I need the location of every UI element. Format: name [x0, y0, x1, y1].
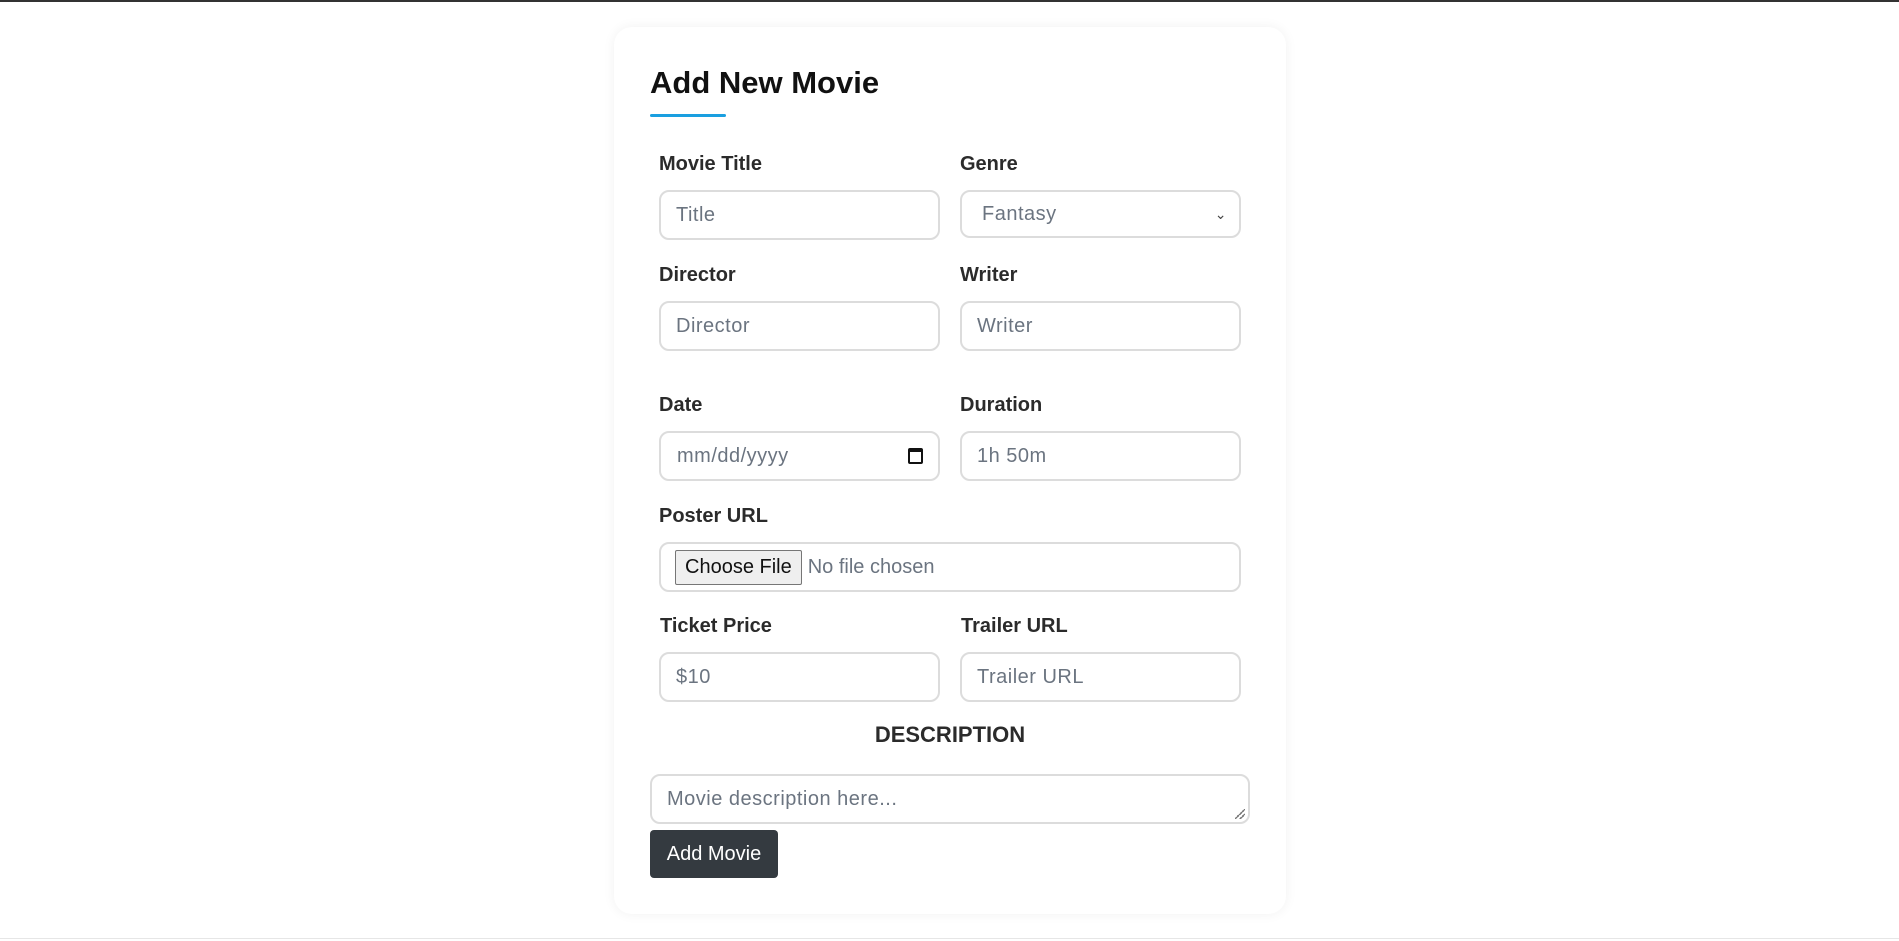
duration-input[interactable]	[960, 431, 1241, 481]
bottom-border	[0, 938, 1899, 939]
calendar-icon[interactable]	[908, 448, 923, 464]
movie-title-label: Movie Title	[659, 153, 762, 175]
add-movie-form: Add New Movie Movie Title Genre Fantasy …	[614, 27, 1286, 914]
poster-file-input[interactable]: Choose File No file chosen	[659, 542, 1241, 592]
movie-title-input[interactable]	[659, 190, 940, 240]
description-textarea[interactable]: Movie description here...	[650, 774, 1250, 824]
trailer-url-input[interactable]	[960, 652, 1241, 702]
poster-url-label: Poster URL	[659, 505, 768, 527]
ticket-price-label: Ticket Price	[660, 615, 772, 637]
description-heading: DESCRIPTION	[874, 722, 1026, 747]
chevron-down-icon: ⌄	[1214, 205, 1227, 222]
add-movie-button[interactable]: Add Movie	[650, 830, 778, 878]
director-input[interactable]	[659, 301, 940, 351]
top-border	[0, 0, 1899, 2]
writer-input[interactable]	[960, 301, 1241, 351]
director-label: Director	[659, 264, 736, 286]
date-input[interactable]: mm/dd/yyyy	[659, 431, 940, 481]
genre-label: Genre	[960, 153, 1018, 175]
genre-selected-value: Fantasy	[982, 202, 1057, 225]
date-label: Date	[659, 394, 703, 416]
choose-file-button[interactable]: Choose File	[675, 549, 802, 585]
form-title: Add New Movie	[650, 65, 880, 100]
trailer-url-label: Trailer URL	[961, 615, 1068, 637]
ticket-price-input[interactable]	[659, 652, 940, 702]
writer-label: Writer	[960, 264, 1018, 286]
file-status: No file chosen	[807, 555, 935, 578]
genre-select[interactable]: Fantasy ⌄	[960, 190, 1241, 238]
title-underline	[650, 114, 726, 117]
resize-handle-icon[interactable]	[1235, 809, 1245, 819]
date-placeholder: mm/dd/yyyy	[677, 444, 789, 467]
duration-label: Duration	[960, 394, 1043, 416]
description-placeholder: Movie description here...	[667, 788, 898, 810]
